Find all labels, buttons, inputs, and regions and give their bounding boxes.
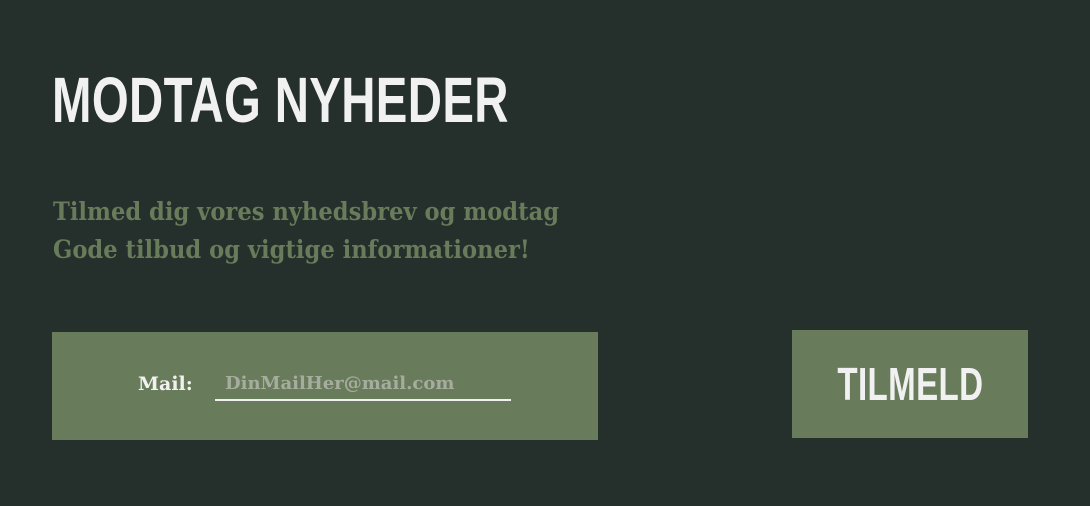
mail-form-box: Mail: bbox=[52, 332, 598, 440]
subscribe-button-label: TILMELD bbox=[836, 358, 983, 410]
mail-label: Mail: bbox=[138, 373, 193, 395]
subtitle-line-2: Gode tilbud og vigtige informationer! bbox=[53, 235, 530, 264]
subscribe-button[interactable]: TILMELD bbox=[792, 330, 1028, 438]
subtitle-line-1: Tilmed dig vores nyhedsbrev og modtag bbox=[53, 197, 560, 226]
newsletter-title: MODTAG NYHEDER bbox=[52, 64, 509, 136]
newsletter-subtitle: Tilmed dig vores nyhedsbrev og modtag Go… bbox=[53, 193, 559, 269]
email-field[interactable] bbox=[215, 368, 511, 401]
